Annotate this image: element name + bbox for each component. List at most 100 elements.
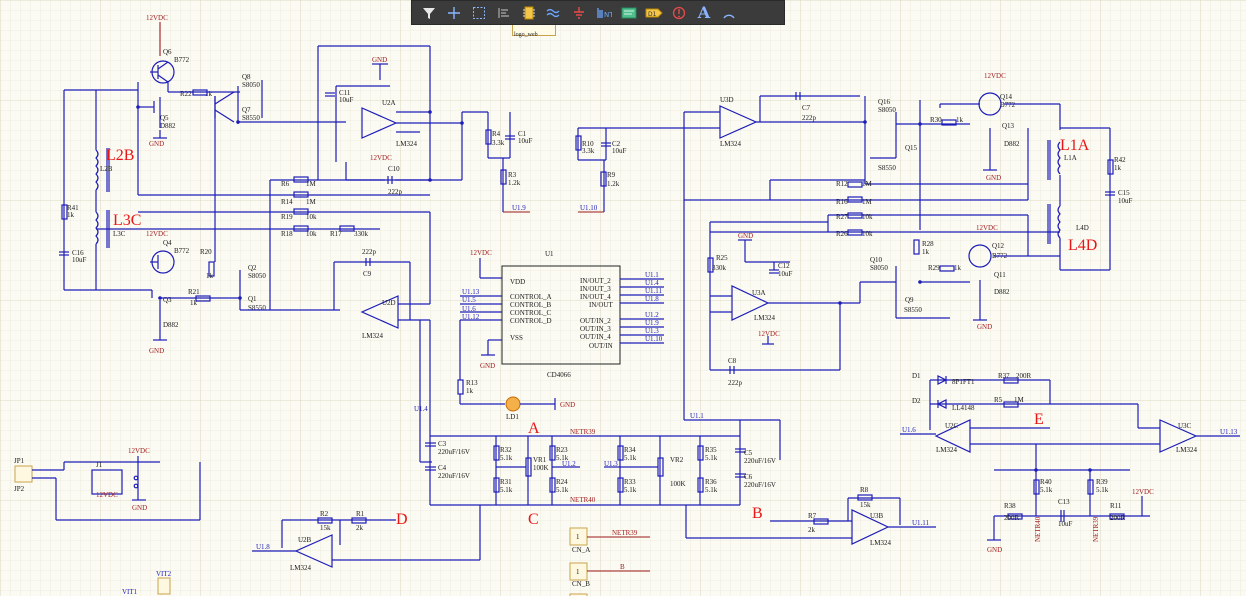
r24-label: R24: [556, 478, 568, 486]
led-ld1[interactable]: [505, 396, 521, 412]
power-label-2: 12VDC: [146, 230, 168, 238]
r8-label: R8: [860, 486, 869, 494]
q6-type: B772: [174, 56, 190, 64]
arc-icon[interactable]: [718, 3, 740, 23]
q6-label: Q6: [163, 48, 172, 56]
c6-value: 220uF/16V: [744, 481, 776, 489]
filter-icon[interactable]: [418, 3, 440, 23]
r30-value: 1k: [956, 116, 964, 124]
q16-label: Q16: [878, 98, 891, 106]
q9-type: S8550: [904, 306, 922, 314]
q11-label: Q11: [994, 271, 1006, 279]
d1-type: 8P1FT1: [952, 378, 975, 386]
vit1-label: VIT1: [122, 588, 138, 596]
r4-value: 3.3k: [492, 139, 505, 147]
r34-label: R34: [624, 446, 636, 454]
crosshair-icon[interactable]: [443, 3, 465, 23]
r6-label: R6: [281, 180, 290, 188]
u1-type: CD4066: [547, 371, 571, 379]
svg-text:1: 1: [576, 533, 580, 541]
text-icon[interactable]: A: [693, 3, 715, 23]
c5-value: 220uF/16V: [744, 457, 776, 465]
r12-value: 1M: [862, 180, 873, 188]
r29-label: R29: [928, 264, 940, 272]
net-u113-b: U1.13: [1220, 428, 1238, 436]
r19-value: 10k: [306, 213, 317, 221]
gnd-q3: GND: [149, 347, 164, 355]
q4-label: Q4: [163, 239, 172, 247]
r30-label: R30: [930, 116, 942, 124]
net-netr39-b: NETR39: [1092, 516, 1100, 542]
c15-value: 10uF: [1118, 197, 1133, 205]
c2-value: 10uF: [612, 147, 627, 155]
q16-type: S8050: [878, 106, 896, 114]
u1-ctrl-b: CONTROL_B: [510, 301, 552, 309]
r1-value: 2k: [356, 524, 364, 532]
c3-value: 220uF/16V: [438, 448, 470, 456]
d2-label: D2: [912, 397, 921, 405]
r18-label: R18: [281, 230, 293, 238]
r36-label: R36: [705, 478, 717, 486]
r26-value: 10k: [862, 230, 873, 238]
net-u111-b: U1.11: [912, 519, 930, 527]
r2-label: R2: [320, 510, 329, 518]
r17-value: 330k: [354, 230, 369, 238]
r38-value: 200R: [1004, 514, 1020, 522]
q13-label: Q13: [1002, 122, 1015, 130]
r37-label: R37: [998, 372, 1010, 380]
u1-oi: OUT/IN: [589, 342, 613, 350]
r17-label: R17: [330, 230, 342, 238]
wire-icon[interactable]: [543, 3, 565, 23]
l3c-big-label: L3C: [113, 212, 141, 229]
r20-value: 1k: [206, 272, 214, 280]
net-u18-b: U1.8: [256, 543, 270, 551]
select-rect-icon[interactable]: [468, 3, 490, 23]
bus-icon[interactable]: NT: [593, 3, 615, 23]
net-label-icon[interactable]: [618, 3, 640, 23]
r42-label: R42: [1114, 156, 1126, 164]
power-label: 12VDC: [146, 14, 168, 22]
r5-label: R5: [994, 396, 1003, 404]
r13-label: R13: [466, 379, 478, 387]
c11-value: 10uF: [339, 96, 354, 104]
cn-a-label: CN_A: [572, 546, 590, 554]
d1-label: D1: [912, 372, 921, 380]
r2-value: 15k: [320, 524, 331, 532]
u2d-label: U2D: [382, 299, 396, 307]
gnd-u2a: GND: [372, 56, 387, 64]
component-icon[interactable]: [518, 3, 540, 23]
net-u111: U1.11: [645, 287, 663, 295]
net-netr40: NETR40: [570, 496, 596, 504]
u1-io2: IN/OUT_2: [580, 277, 611, 285]
net-u11-a: U1.1: [645, 271, 659, 279]
connector-vit[interactable]: [157, 577, 171, 595]
part-label-icon[interactable]: D1: [643, 3, 665, 23]
jp1-connector[interactable]: [14, 465, 33, 483]
schematic-canvas[interactable]: 12VDC Q6 B772 Q8 S8050 Q7 S8550 Q5 D882 …: [0, 0, 1246, 596]
jp1-label: JP1: [14, 457, 25, 465]
l2b-big-label: L2B: [106, 147, 134, 164]
ld1-label: LD1: [506, 413, 519, 421]
align-icon[interactable]: [493, 3, 515, 23]
r25-value: 330k: [712, 264, 727, 272]
r23-label: R23: [556, 446, 568, 454]
r20-label: R20: [200, 248, 212, 256]
ground-icon[interactable]: [568, 3, 590, 23]
net-u19: U1.9: [512, 204, 526, 212]
u1-ctrl-d: CONTROL_D: [510, 317, 552, 325]
c16-value: 10uF: [72, 256, 87, 264]
label-b: B: [752, 505, 763, 522]
q2-type: S8050: [248, 272, 266, 280]
r6-value: 1M: [306, 180, 317, 188]
c8-label: C8: [728, 357, 737, 365]
q11-type: D882: [994, 288, 1010, 296]
r34-value: 5.1k: [624, 454, 637, 462]
net-netr40-b: NETR40: [1034, 516, 1042, 542]
r22-value: 1k: [205, 90, 213, 98]
c5-label: C5: [744, 449, 753, 457]
u1-oi3: OUT/IN_3: [580, 325, 611, 333]
net-u110: U1.10: [645, 335, 663, 343]
c10-value: 222p: [388, 188, 403, 196]
port-icon[interactable]: [668, 3, 690, 23]
r16-value: 1M: [862, 198, 873, 206]
